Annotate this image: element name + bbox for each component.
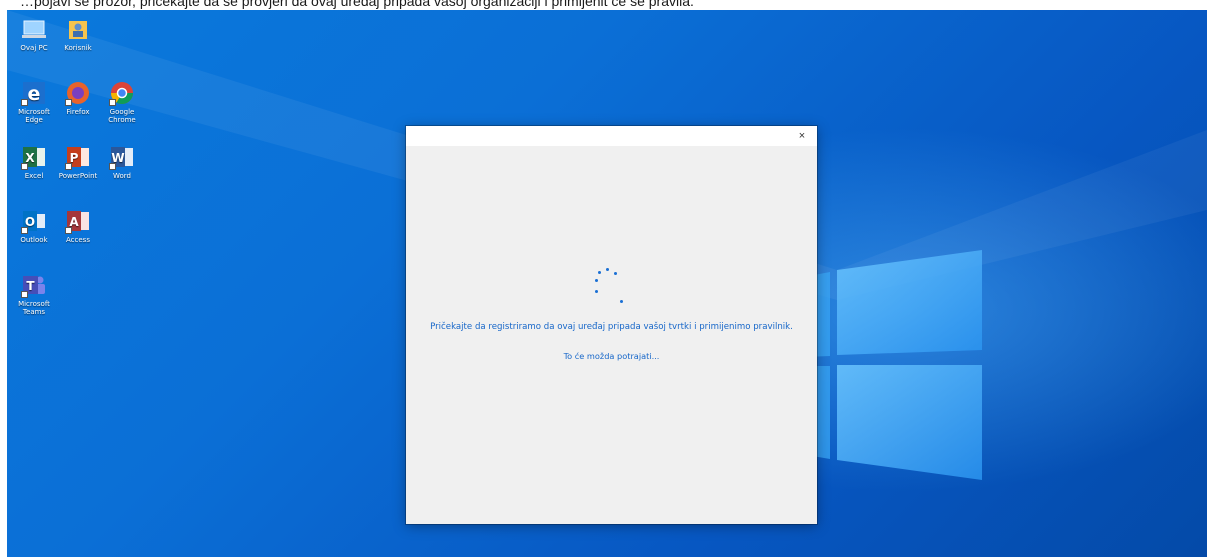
desktop-icon-this-pc[interactable]: Ovaj PC <box>12 16 56 52</box>
desktop-icon-access[interactable]: A Access <box>56 208 100 244</box>
firefox-icon <box>65 80 91 106</box>
teams-icon: T <box>21 272 47 298</box>
registration-message: Pričekajte da registriramo da ovaj uređa… <box>430 322 793 332</box>
desktop-icon-excel[interactable]: X Excel <box>12 144 56 180</box>
word-icon: W <box>109 144 135 170</box>
spinner-dot <box>614 272 617 275</box>
spinner-dot <box>606 268 609 271</box>
close-button[interactable]: × <box>787 126 817 146</box>
icon-label: Microsoft Teams <box>18 300 50 316</box>
outlook-icon: O <box>21 208 47 234</box>
desktop-icon-teams[interactable]: T Microsoft Teams <box>12 272 56 316</box>
desktop-icon-user[interactable]: Korisnik <box>56 16 100 52</box>
icon-label: Access <box>66 236 90 244</box>
desktop-icon-outlook[interactable]: O Outlook <box>12 208 56 244</box>
loading-spinner <box>592 266 632 306</box>
spinner-dot <box>598 271 601 274</box>
icon-label: Korisnik <box>64 44 92 52</box>
icon-label: Google Chrome <box>108 108 136 124</box>
icon-label: Excel <box>24 172 44 180</box>
this-pc-icon <box>21 16 47 42</box>
icon-label: Firefox <box>66 108 90 116</box>
user-folder-icon <box>65 16 91 42</box>
excel-icon: X <box>21 144 47 170</box>
icon-label: PowerPoint <box>58 172 98 180</box>
powerpoint-icon: P <box>65 144 91 170</box>
icon-label: Microsoft Edge <box>18 108 50 124</box>
spinner-dot <box>595 290 598 293</box>
desktop-icon-edge[interactable]: e Microsoft Edge <box>12 80 56 124</box>
desktop-icon-word[interactable]: W Word <box>100 144 144 180</box>
wait-message: To će možda potrajati... <box>563 351 660 361</box>
svg-text:e: e <box>28 83 41 105</box>
dialog-titlebar: × <box>406 126 817 146</box>
icon-label: Word <box>113 172 131 180</box>
icon-label: Ovaj PC <box>20 44 48 52</box>
caption-text: …pojavi se prozor, pričekajte da se prov… <box>20 0 694 9</box>
device-registration-dialog: × Pričekajte da registriramo da ovaj ure… <box>406 126 817 524</box>
desktop-icon-chrome[interactable]: Google Chrome <box>100 80 144 124</box>
chrome-icon <box>109 80 135 106</box>
spinner-dot <box>595 279 598 282</box>
edge-icon: e <box>21 80 47 106</box>
spinner-dot <box>620 300 623 303</box>
desktop-icon-firefox[interactable]: Firefox <box>56 80 100 116</box>
icon-label: Outlook <box>20 236 48 244</box>
top-caption: …pojavi se prozor, pričekajte da se prov… <box>0 0 1215 10</box>
access-icon: A <box>65 208 91 234</box>
desktop-icon-powerpoint[interactable]: P PowerPoint <box>56 144 100 180</box>
